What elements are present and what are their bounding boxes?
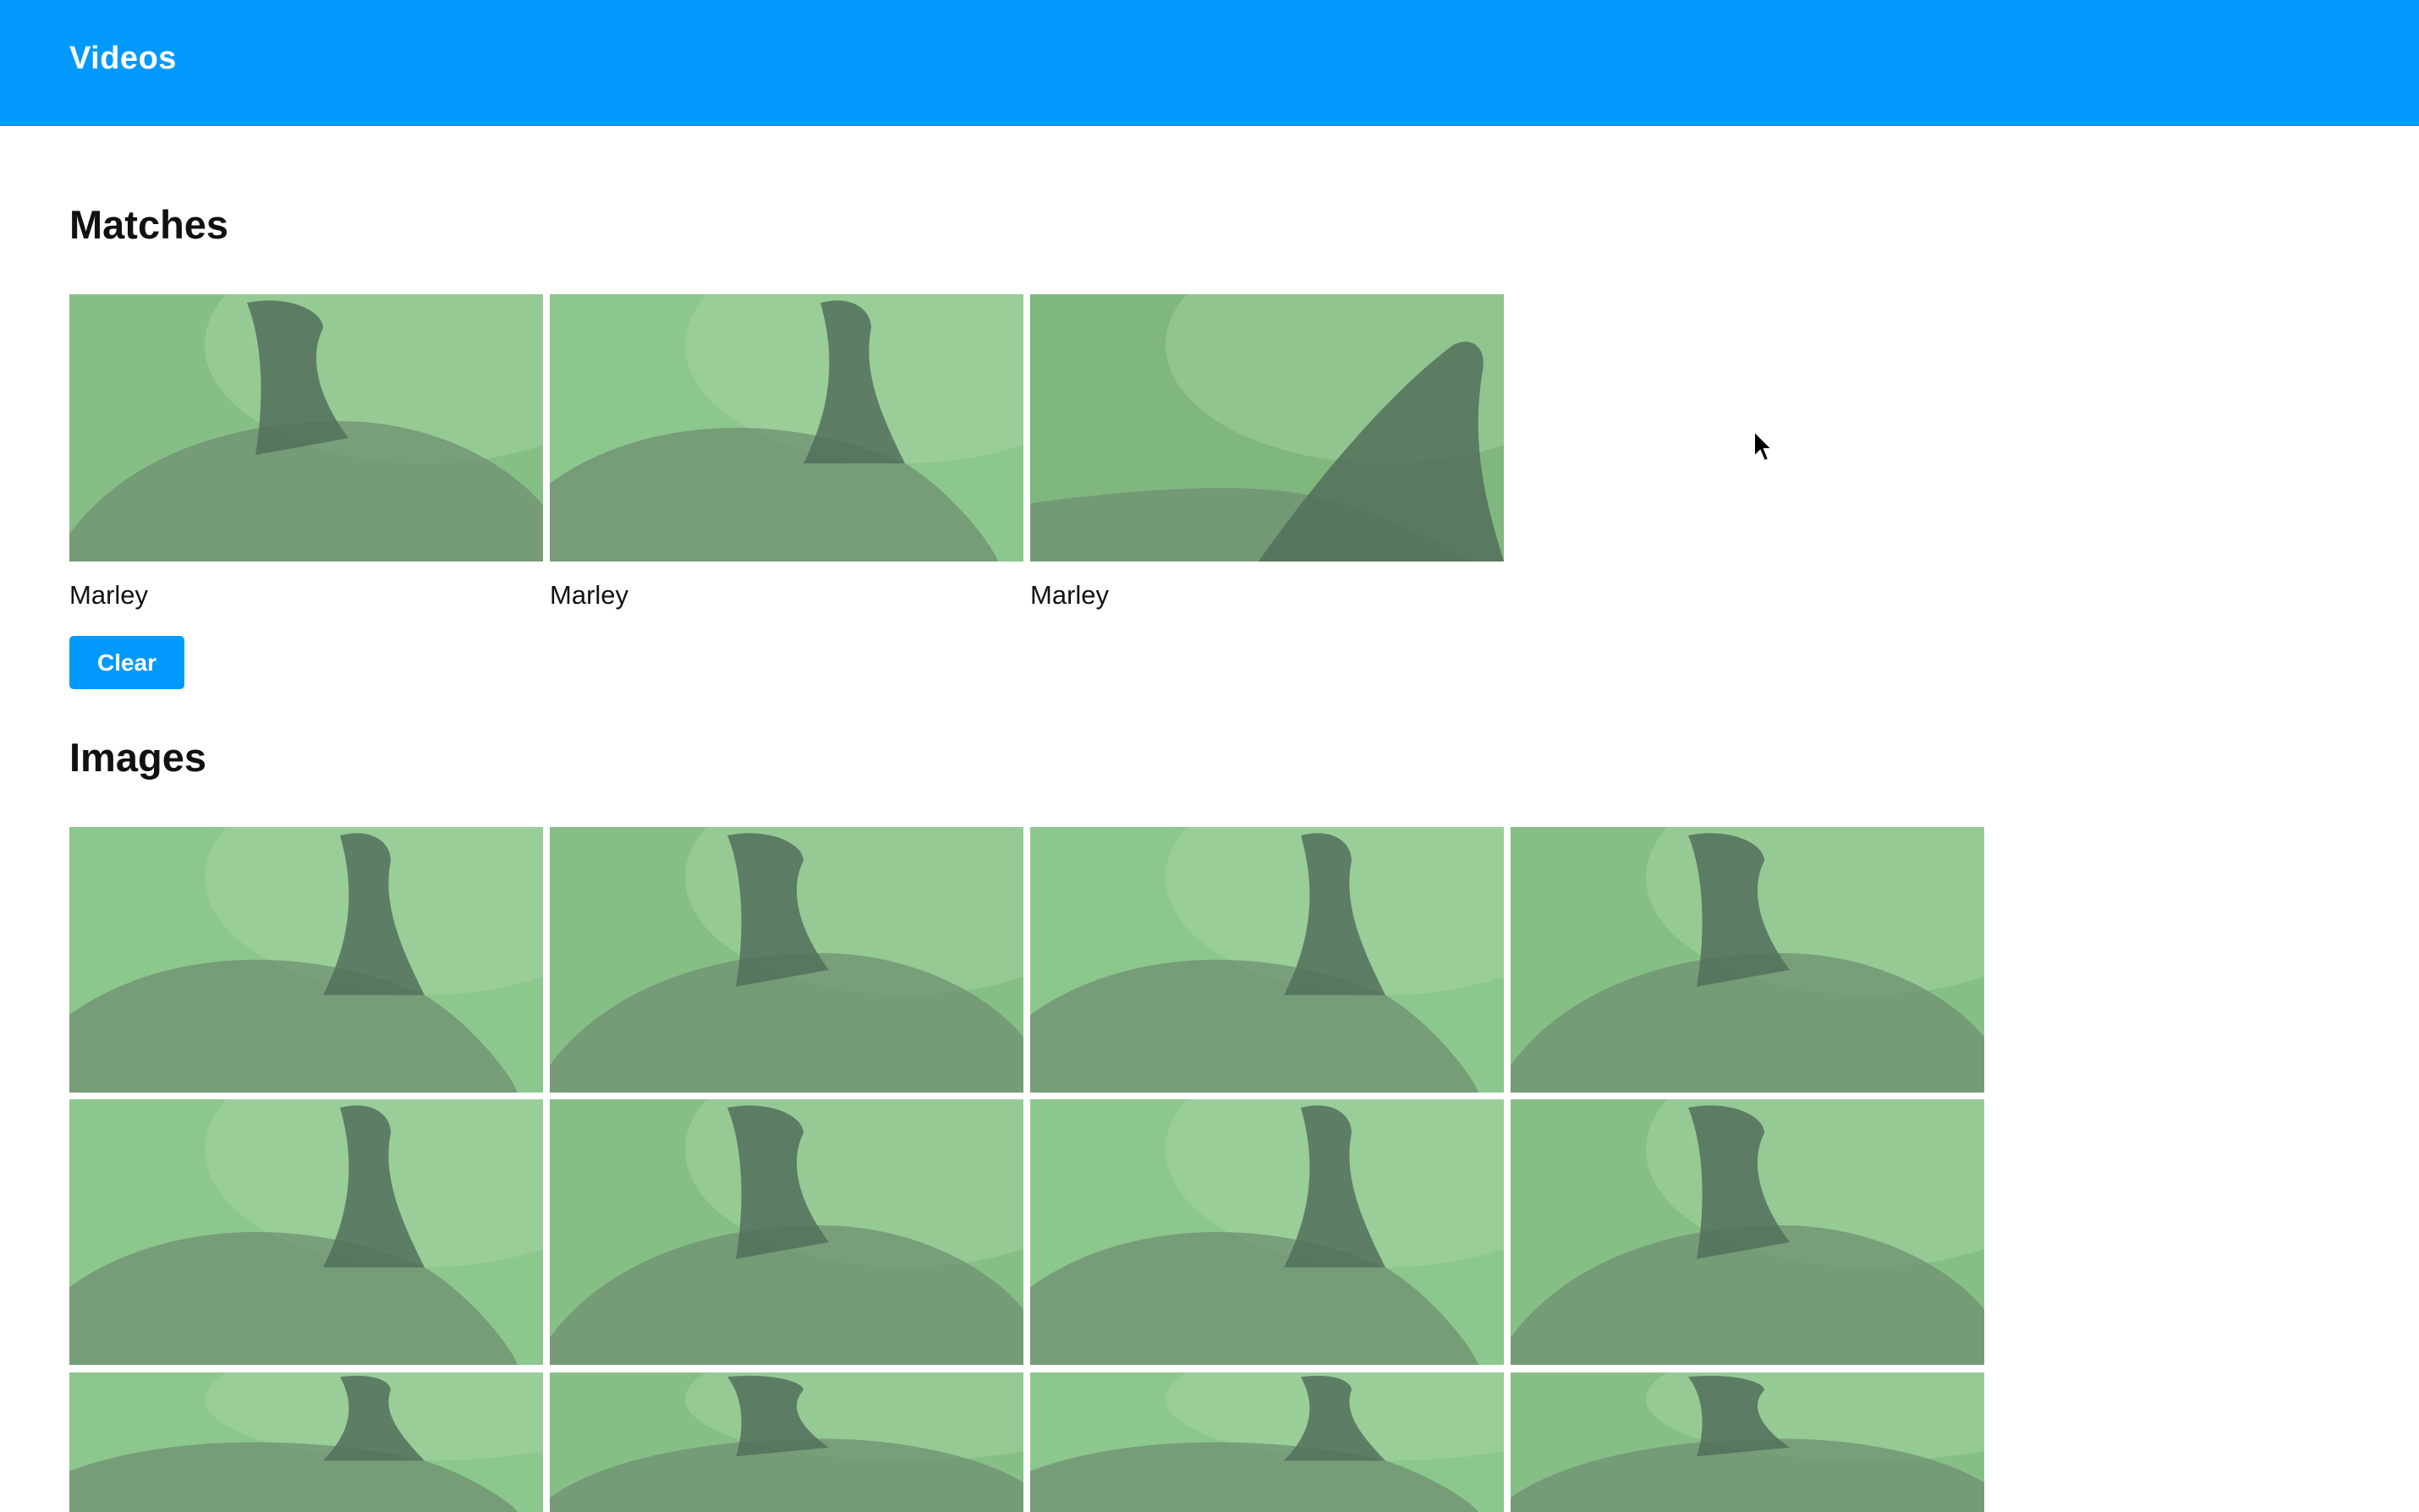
match-label: Marley: [1030, 580, 1110, 610]
app-header: Videos: [0, 0, 2419, 126]
image-thumbnail[interactable]: [69, 1372, 543, 1512]
match-label: Marley: [69, 580, 149, 610]
image-thumbnail[interactable]: [1511, 827, 1984, 1093]
image-thumbnail[interactable]: [550, 827, 1023, 1093]
image-thumbnail[interactable]: [69, 827, 543, 1093]
image-thumbnail[interactable]: [1030, 1372, 1504, 1512]
app-title: Videos: [69, 41, 177, 76]
match-thumbnail[interactable]: [550, 294, 1023, 562]
match-label: Marley: [550, 580, 629, 610]
image-thumbnail[interactable]: [550, 1372, 1023, 1512]
match-thumbnail[interactable]: [69, 294, 543, 562]
image-thumbnail[interactable]: [1511, 1372, 1984, 1512]
image-thumbnail[interactable]: [1030, 1099, 1504, 1365]
image-thumbnail[interactable]: [69, 1099, 543, 1365]
images-heading: Images: [69, 735, 206, 780]
image-thumbnail[interactable]: [1030, 827, 1504, 1093]
image-thumbnail[interactable]: [1511, 1099, 1984, 1365]
match-thumbnail[interactable]: [1030, 294, 1504, 562]
image-thumbnail[interactable]: [550, 1099, 1023, 1365]
clear-button[interactable]: Clear: [69, 636, 184, 689]
mouse-pointer-icon: [1753, 430, 1774, 463]
matches-heading: Matches: [69, 202, 229, 247]
